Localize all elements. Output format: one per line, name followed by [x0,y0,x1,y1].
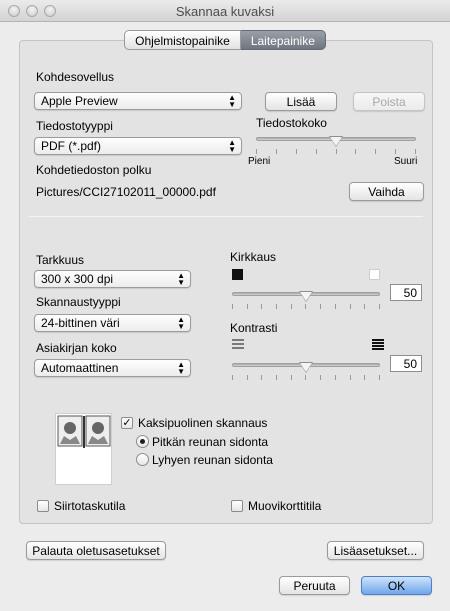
popup-arrows-icon: ▲ ▼ [228,93,236,109]
file-type-value: PDF (*.pdf) [41,139,102,153]
brightness-value-field[interactable]: 50 [390,284,422,301]
file-size-min-label: Pieni [248,156,271,167]
light-square-icon [369,269,380,280]
target-app-label: Kohdesovellus [36,70,115,84]
file-size-ticks [256,149,416,154]
short-edge-label: Lyhyen reunan sidonta [152,453,273,467]
popup-arrows-icon: ▲ ▼ [177,315,185,331]
restore-defaults-button[interactable]: Palauta oletusasetukset [26,541,166,560]
contrast-label: Kontrasti [230,321,278,335]
short-edge-radio[interactable] [136,453,149,466]
popup-arrows-icon: ▲ ▼ [177,360,185,376]
popup-arrows-icon: ▲ ▼ [228,138,236,154]
file-type-label: Tiedostotyyppi [36,119,113,133]
more-settings-button[interactable]: Lisäasetukset... [327,541,424,560]
change-path-button[interactable]: Vaihda [349,182,424,201]
brightness-label: Kirkkaus [230,250,277,264]
long-edge-label: Pitkän reunan sidonta [152,435,269,449]
resolution-select[interactable]: 300 x 300 dpi ▲ ▼ [34,270,191,288]
document-size-value: Automaattinen [41,361,119,375]
resolution-label: Tarkkuus [36,253,85,267]
plastic-card-checkbox[interactable] [231,500,243,512]
target-app-select[interactable]: Apple Preview ▲ ▼ [34,92,242,110]
target-path-value: Pictures/CCI27102011_00000.pdf [36,185,216,199]
tab-software-button[interactable]: Ohjelmistopainike [124,30,241,50]
remove-app-button[interactable]: Poista [353,92,425,111]
cancel-button[interactable]: Peruuta [279,576,350,595]
popup-arrows-icon: ▲ ▼ [177,271,185,287]
file-size-slider-thumb[interactable] [329,136,343,147]
brightness-ticks [232,304,380,309]
carrier-sheet-checkbox[interactable] [37,500,49,512]
long-edge-radio[interactable] [136,435,149,448]
ok-button[interactable]: OK [361,576,432,595]
file-size-max-label: Suuri [394,156,418,167]
brightness-slider-thumb[interactable] [299,291,313,302]
section-divider [29,216,423,217]
resolution-value: 300 x 300 dpi [41,272,114,286]
document-size-label: Asiakirjan koko [36,341,117,355]
document-size-select[interactable]: Automaattinen ▲ ▼ [34,359,191,377]
title-bar: Skannaa kuvaksi [0,0,450,22]
window-title: Skannaa kuvaksi [175,4,275,19]
scan-type-label: Skannaustyyppi [36,295,121,309]
scan-type-value: 24-bittinen väri [41,316,120,330]
file-size-label: Tiedostokoko [256,116,327,130]
high-contrast-icon [372,339,384,351]
carrier-sheet-label: Siirtotaskutila [54,499,126,513]
contrast-value-field[interactable]: 50 [390,355,422,372]
duplex-checkbox[interactable]: ✓ [121,417,133,429]
target-app-value: Apple Preview [41,94,118,108]
low-contrast-icon [232,339,244,351]
file-type-select[interactable]: PDF (*.pdf) ▲ ▼ [34,137,242,155]
tab-bar: Ohjelmistopainike Laitepainike [0,30,450,50]
scan-type-select[interactable]: 24-bittinen väri ▲ ▼ [34,314,191,332]
target-path-label: Kohdetiedoston polku [36,163,152,177]
dark-square-icon [232,269,243,280]
duplex-pages-icon [57,415,111,448]
tab-device-button[interactable]: Laitepainike [240,30,326,50]
settings-panel: Kohdesovellus Apple Preview ▲ ▼ Lisää Poi… [19,40,433,524]
contrast-ticks [232,375,380,380]
duplex-label: Kaksipuolinen skannaus [138,416,268,430]
duplex-preview-image [55,413,112,485]
plastic-card-label: Muovikorttitila [248,499,322,513]
contrast-slider-thumb[interactable] [299,362,313,373]
add-app-button[interactable]: Lisää [265,92,337,111]
